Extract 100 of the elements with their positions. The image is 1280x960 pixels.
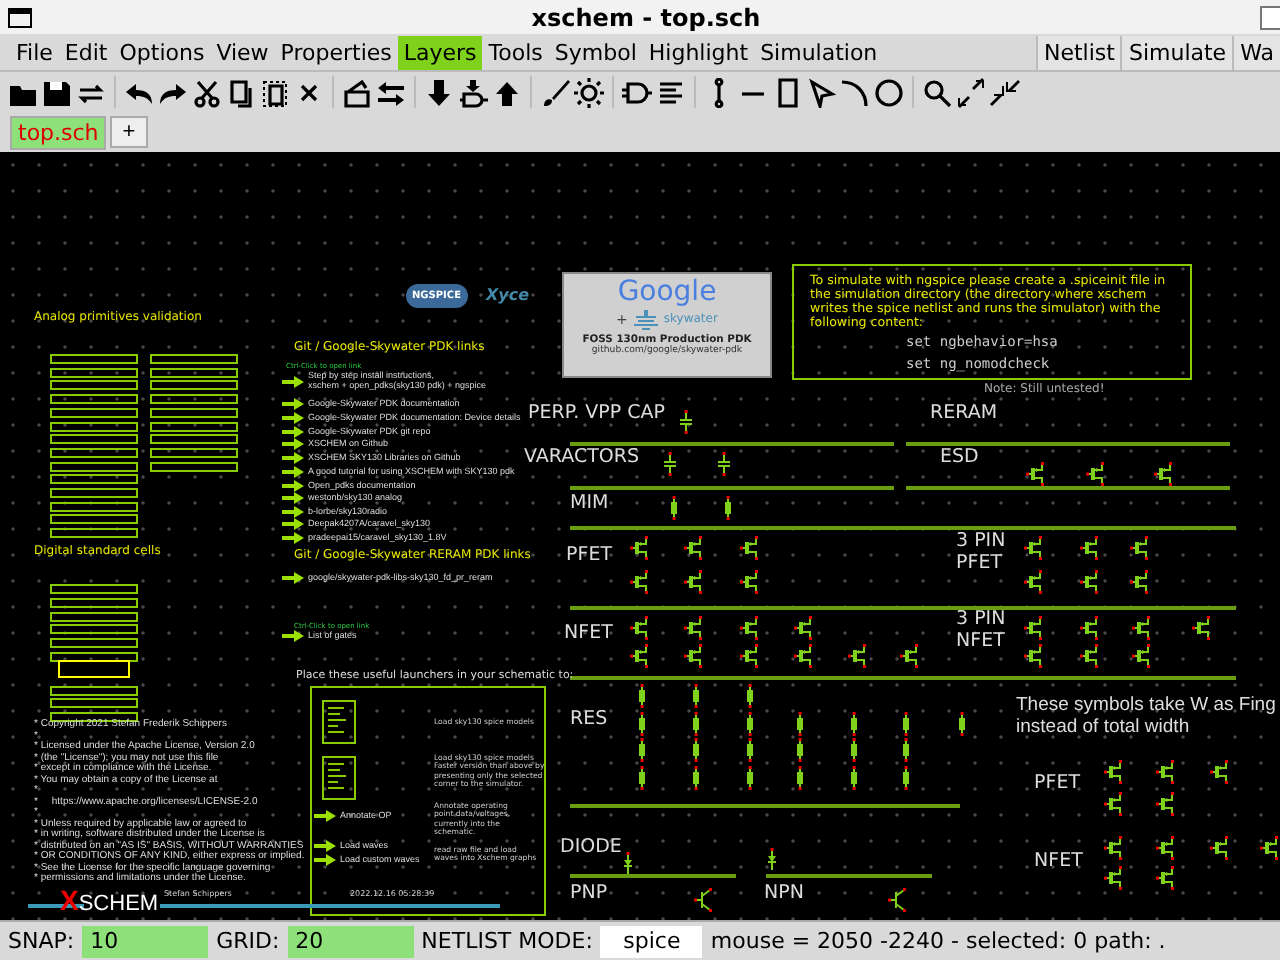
menu-item[interactable]: Edit bbox=[58, 35, 114, 69]
mosfet-symbol[interactable] bbox=[1154, 462, 1174, 486]
mosfet-symbol[interactable] bbox=[1192, 616, 1212, 640]
zoom-out-icon[interactable] bbox=[990, 77, 1020, 107]
mosfet-symbol[interactable] bbox=[794, 616, 814, 640]
instance-box[interactable] bbox=[150, 461, 238, 472]
cut-icon[interactable] bbox=[192, 77, 222, 107]
menu-item[interactable]: Layers bbox=[397, 35, 483, 69]
menu-item[interactable]: File bbox=[10, 35, 59, 69]
resistor-symbol[interactable] bbox=[900, 766, 912, 790]
resistor-symbol[interactable] bbox=[668, 496, 680, 520]
menu-item[interactable]: Highlight bbox=[642, 35, 755, 69]
instance-box[interactable] bbox=[150, 407, 238, 418]
capacitor-symbol[interactable] bbox=[716, 452, 732, 476]
gate-symbol-icon[interactable] bbox=[622, 77, 652, 107]
instance-box[interactable] bbox=[50, 698, 138, 709]
instance-box[interactable] bbox=[150, 447, 238, 458]
instance-box[interactable] bbox=[50, 528, 138, 539]
mosfet-symbol[interactable] bbox=[1104, 760, 1124, 784]
mosfet-symbol[interactable] bbox=[900, 644, 920, 668]
mosfet-symbol[interactable] bbox=[1156, 792, 1176, 816]
document-icon[interactable] bbox=[322, 756, 356, 800]
instance-box[interactable] bbox=[50, 611, 138, 622]
document-icon[interactable] bbox=[322, 700, 356, 744]
input-field[interactable]: spice bbox=[600, 925, 703, 957]
mosfet-symbol[interactable] bbox=[1080, 570, 1100, 594]
move-icon[interactable] bbox=[260, 77, 290, 107]
instance-box[interactable] bbox=[150, 434, 238, 445]
resistor-symbol[interactable] bbox=[794, 738, 806, 762]
menu-button[interactable]: Wa bbox=[1232, 35, 1280, 69]
symbol-icon[interactable] bbox=[342, 77, 372, 107]
resistor-symbol[interactable] bbox=[636, 684, 648, 708]
instance-box[interactable] bbox=[50, 394, 138, 405]
text-align-icon[interactable] bbox=[656, 77, 686, 107]
mosfet-symbol[interactable] bbox=[1086, 462, 1106, 486]
instance-box[interactable] bbox=[50, 474, 138, 485]
transistor-symbol[interactable] bbox=[694, 888, 714, 912]
search-icon[interactable] bbox=[922, 77, 952, 107]
gate-icon[interactable] bbox=[458, 77, 488, 107]
instance-box[interactable] bbox=[50, 638, 138, 649]
save-icon[interactable] bbox=[42, 77, 72, 107]
arc-icon[interactable] bbox=[840, 77, 870, 107]
mosfet-symbol[interactable] bbox=[1132, 616, 1152, 640]
resistor-symbol[interactable] bbox=[744, 766, 756, 790]
menu-button[interactable]: Netlist bbox=[1036, 35, 1121, 69]
menu-item[interactable]: Properties bbox=[274, 35, 398, 69]
mosfet-symbol[interactable] bbox=[1130, 570, 1150, 594]
instance-box[interactable] bbox=[50, 488, 138, 498]
menu-item[interactable]: Tools bbox=[482, 35, 549, 69]
new-tab-button[interactable]: + bbox=[110, 116, 148, 148]
menu-item[interactable]: View bbox=[210, 35, 275, 69]
instance-box[interactable] bbox=[150, 367, 238, 378]
input-field[interactable]: 20 bbox=[287, 925, 414, 957]
resistor-symbol[interactable] bbox=[900, 738, 912, 762]
mosfet-symbol[interactable] bbox=[630, 616, 650, 640]
mosfet-symbol[interactable] bbox=[1156, 836, 1176, 860]
resistor-symbol[interactable] bbox=[900, 712, 912, 736]
mosfet-symbol[interactable] bbox=[848, 644, 868, 668]
mosfet-symbol[interactable] bbox=[1026, 462, 1046, 486]
diode-symbol[interactable] bbox=[622, 852, 634, 876]
down-arrow-icon[interactable] bbox=[424, 77, 454, 107]
resistor-symbol[interactable] bbox=[848, 766, 860, 790]
rectangle-icon[interactable] bbox=[772, 77, 802, 107]
capacitor-symbol[interactable] bbox=[662, 452, 678, 476]
resistor-symbol[interactable] bbox=[636, 712, 648, 736]
resistor-symbol[interactable] bbox=[636, 738, 648, 762]
instance-box[interactable] bbox=[50, 421, 138, 431]
resistor-symbol[interactable] bbox=[744, 712, 756, 736]
mosfet-symbol[interactable] bbox=[1210, 836, 1230, 860]
mosfet-symbol[interactable] bbox=[630, 644, 650, 668]
mosfet-symbol[interactable] bbox=[1024, 616, 1044, 640]
mosfet-symbol[interactable] bbox=[1080, 644, 1100, 668]
mosfet-symbol[interactable] bbox=[1024, 536, 1044, 560]
instance-box[interactable] bbox=[50, 434, 138, 445]
mosfet-symbol[interactable] bbox=[1132, 644, 1152, 668]
resistor-symbol[interactable] bbox=[690, 712, 702, 736]
up-arrow-icon[interactable] bbox=[492, 77, 522, 107]
circle-icon[interactable] bbox=[874, 77, 904, 107]
mosfet-symbol[interactable] bbox=[630, 536, 650, 560]
resistor-symbol[interactable] bbox=[848, 712, 860, 736]
mosfet-symbol[interactable] bbox=[1104, 792, 1124, 816]
resistor-symbol[interactable] bbox=[744, 684, 756, 708]
instance-box[interactable] bbox=[50, 584, 138, 594]
instance-box[interactable] bbox=[50, 367, 138, 378]
mosfet-symbol[interactable] bbox=[1104, 866, 1124, 890]
instance-box[interactable] bbox=[50, 380, 138, 391]
menu-item[interactable]: Symbol bbox=[548, 35, 643, 69]
mosfet-symbol[interactable] bbox=[1104, 836, 1124, 860]
instance-box[interactable] bbox=[50, 624, 138, 635]
instance-box[interactable] bbox=[50, 685, 138, 696]
selected-instance-box[interactable] bbox=[58, 660, 130, 678]
transistor-symbol[interactable] bbox=[888, 888, 908, 912]
resistor-symbol[interactable] bbox=[690, 738, 702, 762]
resistor-symbol[interactable] bbox=[690, 766, 702, 790]
menu-item[interactable]: Options bbox=[113, 35, 211, 69]
resistor-symbol[interactable] bbox=[794, 712, 806, 736]
instance-box[interactable] bbox=[50, 501, 138, 512]
mosfet-symbol[interactable] bbox=[1260, 836, 1280, 860]
instance-box[interactable] bbox=[50, 597, 138, 608]
mosfet-symbol[interactable] bbox=[740, 536, 760, 560]
